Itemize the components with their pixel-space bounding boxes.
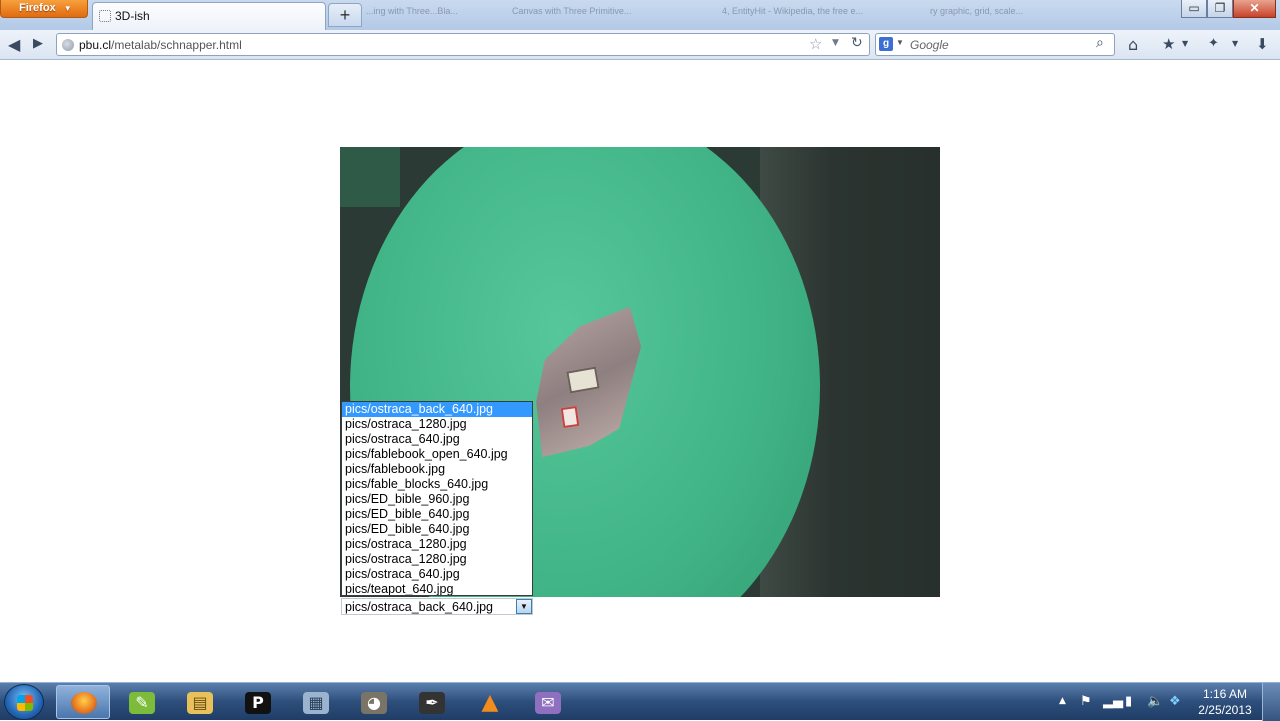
url-path: /metalab/schnapper.html [111,38,242,52]
select-option[interactable]: pics/ostraca_640.jpg [342,432,532,447]
select-option[interactable]: pics/ED_bible_640.jpg [342,522,532,537]
taskbar-item-gimp[interactable]: ◕ [346,685,400,719]
taskbar-item-firefox[interactable] [56,685,110,719]
select-option[interactable]: pics/ostraca_back_640.jpg [342,402,532,417]
close-button[interactable]: ✕ [1233,0,1276,18]
new-tab-button[interactable]: + [328,3,362,27]
clock[interactable]: 1:16 AM 2/25/2013 [1192,686,1258,718]
firefox-menu-label: Firefox [19,2,56,14]
taskbar-item-vlc[interactable]: ▲ [462,685,516,719]
image-select-value: pics/ostraca_back_640.jpg [345,600,494,614]
taskbar-item-inkscape[interactable]: ✒ [404,685,458,719]
gimp-icon: ◕ [361,692,387,714]
download-icon[interactable]: ⬇ [1256,35,1269,53]
show-desktop-button[interactable] [1262,683,1280,721]
tab-bar: Firefox ▼ 3D-ish + ...ing with Three...Bl… [0,0,1280,30]
tab-background-4[interactable]: ry graphic, grid, scale... [930,6,1100,24]
taskbar-item-notepad[interactable]: ✎ [114,685,168,719]
url-domain: pbu.cl [79,38,112,52]
clock-date: 2/25/2013 [1198,703,1252,717]
chevron-down-icon[interactable]: ▼ [1232,39,1238,48]
bookmarks-icon[interactable]: ★ [1162,35,1175,53]
minimize-button[interactable]: ▭ [1181,0,1207,18]
select-option[interactable]: pics/ostraca_640.jpg [342,567,532,582]
globe-icon [62,39,74,51]
tab-background-3[interactable]: 4, EntityHit - Wikipedia, the free e... [722,6,902,24]
notepad-icon: ✎ [129,692,155,714]
select-option[interactable]: pics/ED_bible_960.jpg [342,492,532,507]
clock-time: 1:16 AM [1202,687,1248,701]
search-engine-icon[interactable]: g [879,37,893,51]
navigation-toolbar: ◀ ▶ pbu.cl/metalab/schnapper.html ☆ ▼ ↻ … [0,30,1280,60]
reload-icon[interactable]: ↻ [851,35,863,51]
tab-title: 3D-ish [115,9,150,23]
chevron-down-icon[interactable]: ▼ [896,38,904,47]
show-hidden-icons-icon[interactable]: ▲ [1059,696,1066,706]
back-arrow-icon[interactable]: ◀ [8,35,20,54]
p-app-icon: P [245,692,271,714]
chevron-down-icon[interactable]: ▼ [1182,39,1188,48]
network-signal-icon[interactable]: ▂▄ [1103,694,1123,709]
select-option[interactable]: pics/ostraca_1280.jpg [342,417,532,432]
tab-background-2[interactable]: Canvas with Three Primitive... [512,6,692,24]
magnifier-icon[interactable]: ⌕ [1096,35,1104,51]
firefox-menu-button[interactable]: Firefox ▼ [0,0,88,18]
power-icon[interactable]: ▮ [1125,694,1132,709]
chevron-down-icon[interactable]: ▼ [516,599,532,614]
taskbar-item-calculator[interactable]: ▦ [288,685,342,719]
photo-shard-tag [560,405,580,429]
select-option[interactable]: pics/teapot_640.jpg [342,582,532,595]
pidgin-icon: ✉ [535,692,561,714]
url-dropdown-icon[interactable]: ▼ [832,38,839,48]
taskbar-item-pidgin[interactable]: ✉ [520,685,574,719]
search-placeholder: Google [910,38,949,52]
restore-button[interactable]: ❐ [1207,0,1233,18]
firefox-icon [71,692,97,714]
taskbar: ✎ ▤ P ▦ ◕ ✒ ▲ ✉ ▲ ⚑ ▂▄ ▮ 🔈 ❖ 1:16 AM 2/2… [0,682,1280,721]
select-option[interactable]: pics/fablebook_open_640.jpg [342,447,532,462]
dropbox-icon[interactable]: ❖ [1169,694,1181,709]
volume-icon[interactable]: 🔈 [1147,694,1163,709]
windows-logo-icon [17,695,33,711]
bookmark-star-icon[interactable]: ☆ [809,35,822,53]
calculator-icon: ▦ [303,692,329,714]
select-option[interactable]: pics/ostraca_1280.jpg [342,537,532,552]
tab-background-1[interactable]: ...ing with Three...Bla... [366,6,476,24]
select-option[interactable]: pics/fable_blocks_640.jpg [342,477,532,492]
vlc-icon: ▲ [481,690,499,715]
addon-icon[interactable]: ✦ [1208,36,1219,51]
image-select-options[interactable]: pics/ostraca_back_640.jpg pics/ostraca_1… [341,401,533,596]
taskbar-item-p-app[interactable]: P [230,685,284,719]
select-option[interactable]: pics/ostraca_1280.jpg [342,552,532,567]
photo-background-corner [340,147,400,207]
home-icon[interactable]: ⌂ [1128,35,1138,54]
inkscape-icon: ✒ [419,692,445,714]
page-favicon-icon [99,10,111,22]
select-option[interactable]: pics/ED_bible_640.jpg [342,507,532,522]
image-select[interactable]: pics/ostraca_back_640.jpg ▼ [341,598,533,615]
action-center-flag-icon[interactable]: ⚑ [1080,694,1092,709]
taskbar-item-explorer[interactable]: ▤ [172,685,226,719]
tab-active[interactable]: 3D-ish [92,2,326,30]
start-button[interactable] [4,684,44,720]
chevron-down-icon: ▼ [63,4,72,13]
forward-arrow-icon[interactable]: ▶ [33,36,43,51]
search-input[interactable]: g ▼ Google ⌕ [875,33,1115,56]
select-option[interactable]: pics/fablebook.jpg [342,462,532,477]
url-bar[interactable]: pbu.cl/metalab/schnapper.html ☆ ▼ ↻ [56,33,870,56]
folder-icon: ▤ [187,692,213,714]
